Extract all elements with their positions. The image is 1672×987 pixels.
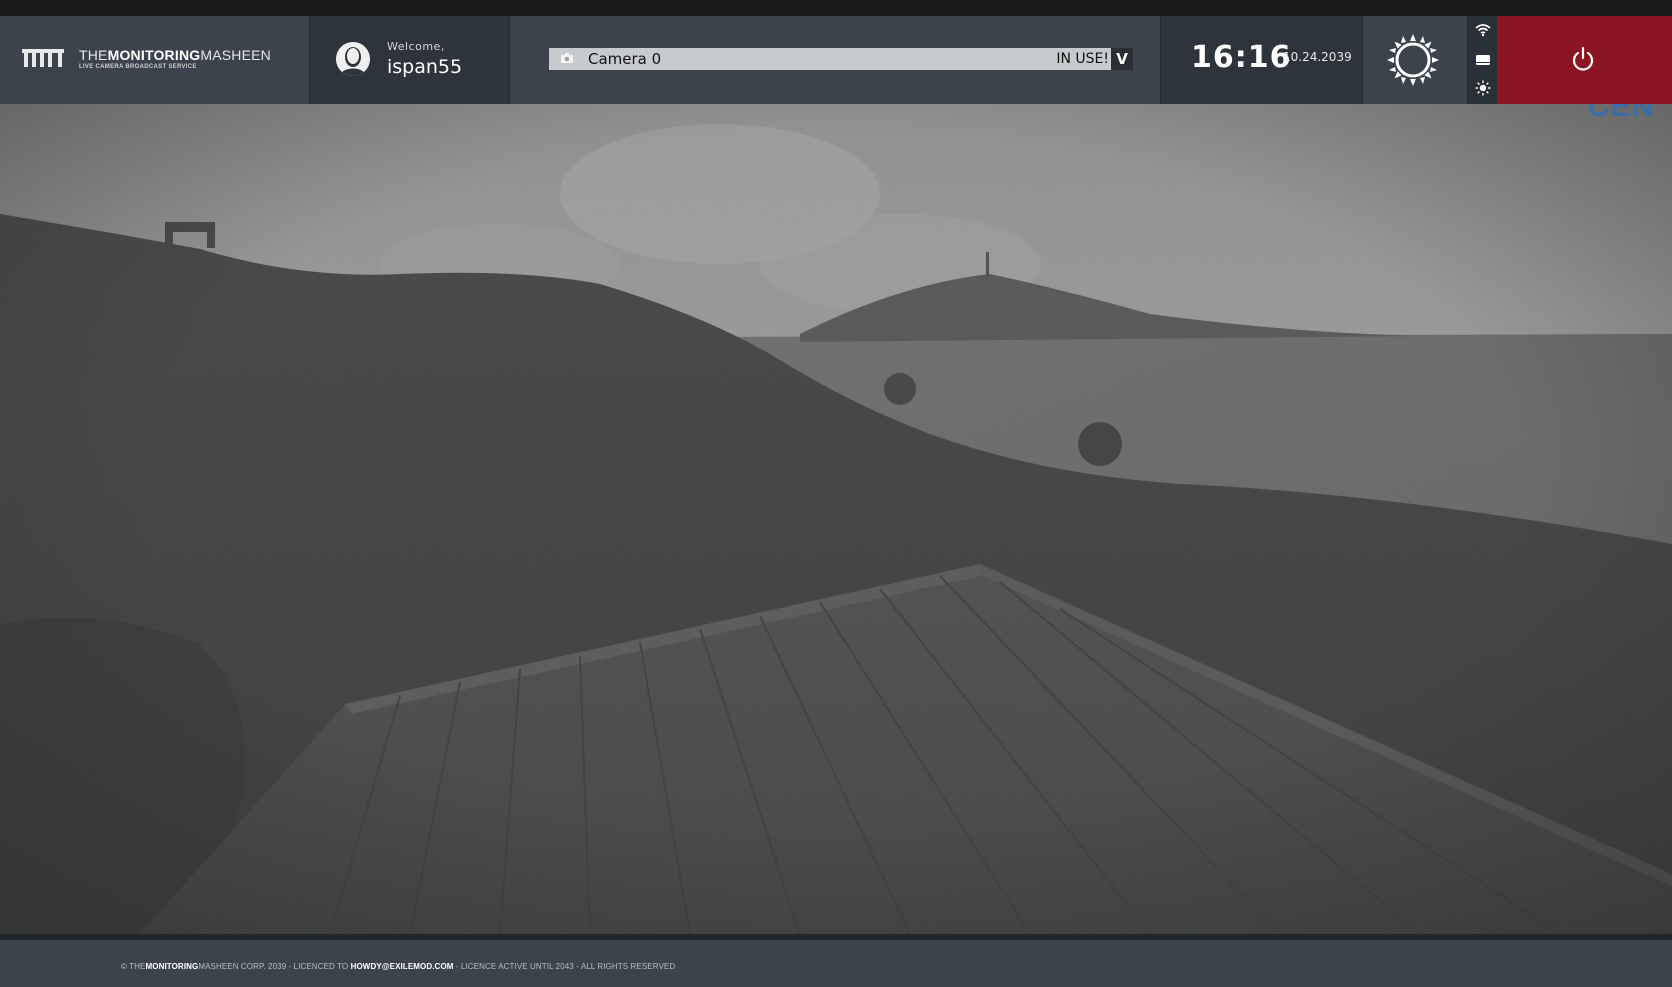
- user-panel: Welcome, ispan55: [310, 16, 509, 104]
- brand-name: THEMONITORINGMASHEEN: [79, 47, 271, 63]
- username: ispan55: [387, 56, 463, 78]
- feed-watermark: CEN: [1587, 104, 1654, 123]
- status-icons-panel: [1468, 16, 1497, 104]
- camera-status: IN USE!: [1056, 51, 1109, 67]
- wifi-icon: [1475, 24, 1491, 37]
- camera-panel: Camera 0 IN USE! V: [510, 16, 1160, 104]
- power-icon: [1572, 46, 1594, 71]
- brand-panel: THEMONITORINGMASHEEN LIVE CAMERA BROADCA…: [0, 16, 309, 104]
- camera-select[interactable]: Camera 0 IN USE! V: [549, 48, 1133, 70]
- clock-date: 10.24.2039: [1283, 50, 1352, 64]
- welcome-label: Welcome,: [387, 40, 445, 53]
- camera-feed-image: [0, 104, 1672, 934]
- storage-icon: [1476, 55, 1490, 65]
- licensee-link[interactable]: HOWDY@EXILEMOD.COM: [351, 962, 454, 971]
- brand-tagline: LIVE CAMERA BROADCAST SERVICE: [79, 64, 197, 70]
- clock-time: 16:16: [1191, 40, 1292, 75]
- tmm-logo-icon: [22, 49, 64, 67]
- camera-name: Camera 0: [588, 50, 662, 68]
- brightness-icon: [1475, 80, 1491, 96]
- camera-dropdown-button[interactable]: V: [1111, 48, 1133, 70]
- user-avatar-icon: [336, 42, 370, 76]
- header-bar: THEMONITORINGMASHEEN LIVE CAMERA BROADCA…: [0, 16, 1672, 104]
- footer-bar: © THEMONITORINGMASHEEN CORP. 2039 - LICE…: [0, 934, 1672, 987]
- power-button[interactable]: [1497, 16, 1672, 104]
- clock-panel: 16:16 10.24.2039: [1161, 16, 1362, 104]
- camera-feed: CEN: [0, 104, 1672, 934]
- footer-copyright: © THEMONITORINGMASHEEN CORP. 2039 - LICE…: [121, 962, 676, 971]
- weather-panel: [1363, 16, 1467, 104]
- camera-icon: [561, 53, 573, 63]
- sun-icon: [1387, 34, 1439, 86]
- top-strip: [0, 0, 1672, 16]
